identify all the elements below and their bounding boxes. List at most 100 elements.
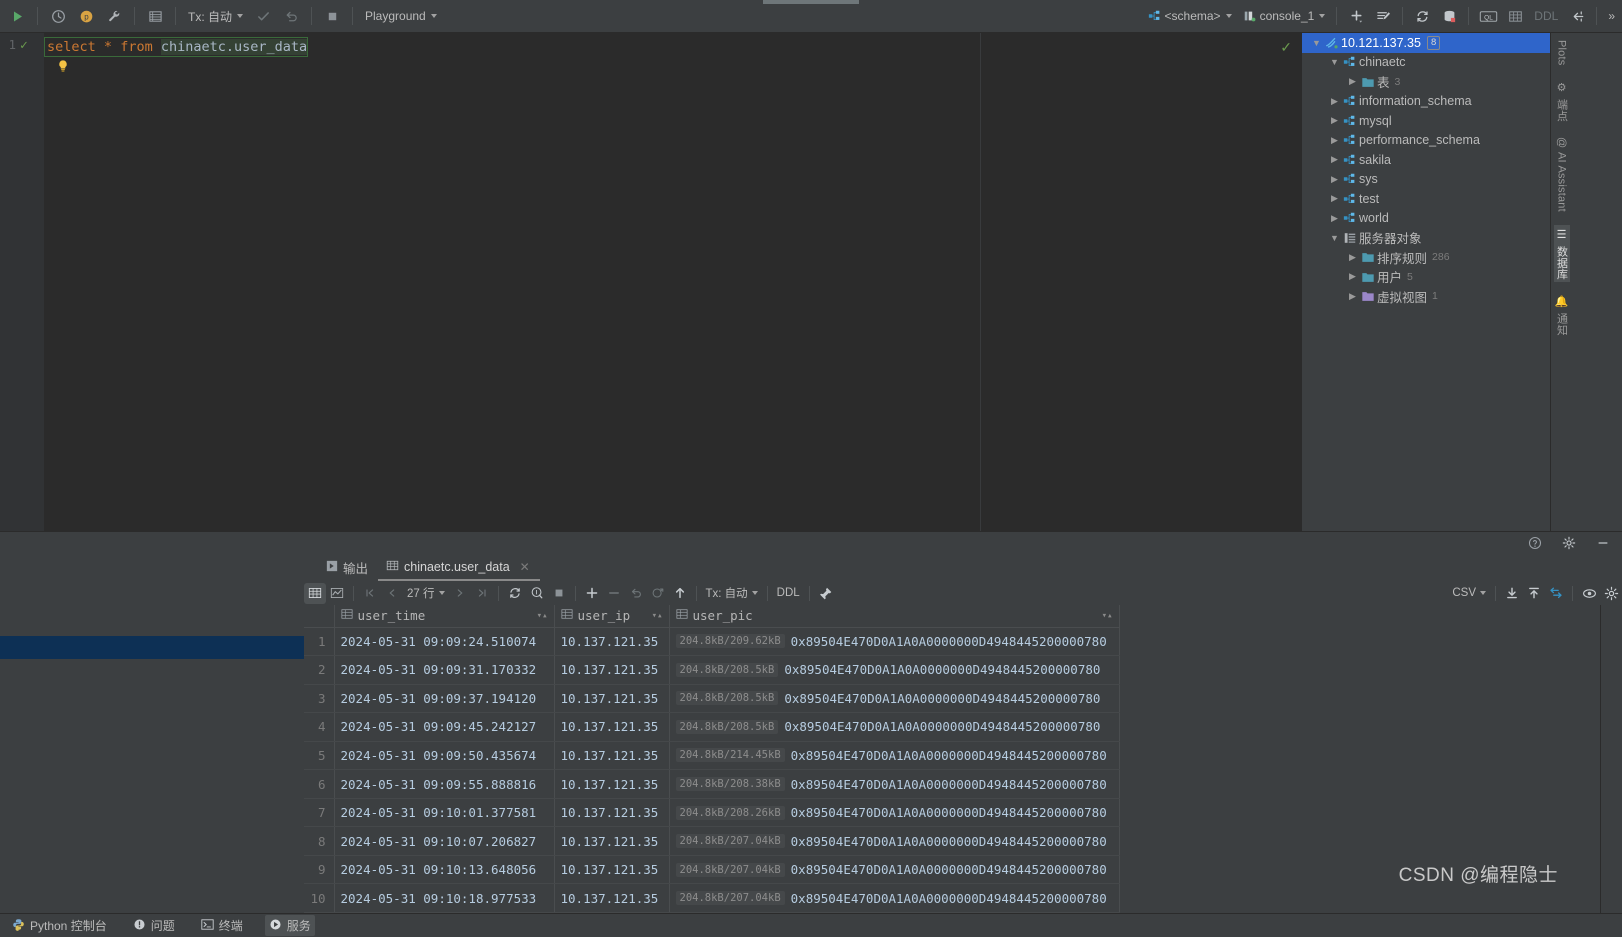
chart-view-icon[interactable] — [326, 583, 348, 604]
chevron-down-icon[interactable]: ▼ — [1328, 57, 1341, 67]
column-header-user-ip[interactable]: user_ip ▾▴ — [554, 605, 670, 628]
wrench-icon[interactable] — [101, 4, 127, 29]
close-icon[interactable]: ✕ — [520, 560, 530, 574]
tree-node-9[interactable]: ▼ 服务器对象 — [1302, 228, 1550, 248]
revert-selected-icon[interactable] — [647, 583, 669, 604]
table-row[interactable]: 9 2024-05-31 09:10:13.648056 10.137.121.35… — [304, 855, 1120, 885]
tree-node-3[interactable]: ▶ mysql — [1302, 111, 1550, 131]
reload-icon[interactable] — [504, 583, 526, 604]
rollback-icon[interactable] — [278, 4, 304, 29]
cell-user-ip[interactable]: 10.137.121.35 — [554, 655, 670, 685]
cell-user-pic[interactable]: 204.8kB/208.38kB 0x89504E470D0A1A0A000000… — [669, 769, 1120, 799]
profiler-icon[interactable]: p — [73, 4, 99, 29]
minimize-icon[interactable] — [1592, 533, 1614, 554]
refresh-icon[interactable] — [1409, 4, 1435, 29]
status-item-python-console[interactable]: Python 控制台 — [8, 915, 111, 936]
chevron-right-icon[interactable]: ▶ — [1346, 271, 1359, 282]
chevron-right-icon[interactable]: ▶ — [1328, 96, 1341, 107]
history-icon[interactable] — [45, 4, 71, 29]
cell-user-ip[interactable]: 10.137.121.35 — [554, 769, 670, 799]
first-page-icon[interactable] — [359, 583, 381, 604]
export-icon[interactable] — [1501, 583, 1523, 604]
revert-icon[interactable] — [625, 583, 647, 604]
import-icon[interactable] — [1523, 583, 1545, 604]
editor-code-area[interactable]: select * from chinaetc.user_data ✓ — [44, 33, 1302, 531]
sort-indicator-icon[interactable]: ▾▴ — [523, 611, 548, 621]
cell-user-pic[interactable]: 204.8kB/208.5kB 0x89504E470D0A1A0A0000000… — [669, 712, 1120, 742]
status-item-problems[interactable]: 问题 — [129, 915, 179, 936]
table-row[interactable]: 3 2024-05-31 09:09:37.194120 10.137.121.35… — [304, 684, 1120, 714]
table-row[interactable]: 7 2024-05-31 09:10:01.377581 10.137.121.35… — [304, 798, 1120, 828]
cell-user-time[interactable]: 2024-05-31 09:10:18.977533 — [334, 883, 555, 913]
table-row[interactable]: 10 2024-05-31 09:10:18.977533 10.137.121.3… — [304, 883, 1120, 913]
table-row[interactable]: 5 2024-05-31 09:09:50.435674 10.137.121.35… — [304, 741, 1120, 771]
cell-user-time[interactable]: 2024-05-31 09:09:50.435674 — [334, 741, 555, 771]
grid-transaction-selector[interactable]: Tx: 自动 — [702, 585, 762, 601]
tree-node-2[interactable]: ▶ information_schema — [1302, 92, 1550, 112]
cell-user-pic[interactable]: 204.8kB/208.5kB 0x89504E470D0A1A0A0000000… — [669, 655, 1120, 685]
toolbar-more-button[interactable]: » — [1603, 7, 1620, 25]
cell-user-time[interactable]: 2024-05-31 09:10:13.648056 — [334, 855, 555, 885]
commit-icon[interactable] — [250, 4, 276, 29]
database-icon[interactable] — [1436, 4, 1462, 29]
chevron-right-icon[interactable]: ▶ — [1346, 252, 1359, 263]
grid-view-icon[interactable] — [304, 582, 326, 604]
database-explorer[interactable]: ▼ 10.121.137.35 8 ▼ chinaetc ▶ 表 3 ▶ informati… — [1302, 33, 1550, 531]
add-icon[interactable] — [1343, 4, 1369, 29]
table-row[interactable]: 1 2024-05-31 09:09:24.510074 10.137.121.35… — [304, 627, 1120, 657]
cell-user-ip[interactable]: 10.137.121.35 — [554, 883, 670, 913]
cell-user-time[interactable]: 2024-05-31 09:09:45.242127 — [334, 712, 555, 742]
chevron-right-icon[interactable]: ▶ — [1346, 76, 1359, 87]
tree-node-11[interactable]: ▶ 用户 5 — [1302, 267, 1550, 287]
tree-node-0[interactable]: ▼ chinaetc — [1302, 53, 1550, 73]
cell-user-ip[interactable]: 10.137.121.35 — [554, 684, 670, 714]
status-item-services[interactable]: 服务 — [264, 915, 315, 936]
table-row[interactable]: 8 2024-05-31 09:10:07.206827 10.137.121.35… — [304, 826, 1120, 856]
transaction-mode-selector[interactable]: Tx: 自动 — [183, 6, 248, 27]
cell-user-pic[interactable]: 204.8kB/208.26kB 0x89504E470D0A1A0A000000… — [669, 798, 1120, 828]
sql-statement[interactable]: select * from chinaetc.user_data — [44, 37, 309, 57]
last-page-icon[interactable] — [471, 583, 493, 604]
result-grid[interactable]: user_time ▾▴ user_ip ▾▴ user_pic ▾▴ 1 20… — [304, 605, 1120, 913]
column-resize-handle[interactable]: ▾▴ — [1088, 611, 1113, 621]
next-page-icon[interactable] — [449, 583, 471, 604]
jump-to-console-icon[interactable] — [1564, 4, 1590, 29]
cell-user-time[interactable]: 2024-05-31 09:09:55.888816 — [334, 769, 555, 799]
cell-user-time[interactable]: 2024-05-31 09:09:24.510074 — [334, 627, 555, 657]
chevron-right-icon[interactable]: ▶ — [1328, 115, 1341, 126]
grid-icon[interactable] — [1502, 4, 1528, 29]
run-icon[interactable] — [4, 4, 30, 29]
chevron-right-icon[interactable]: ▶ — [1328, 174, 1341, 185]
tree-node-12[interactable]: ▶ 虚拟视图 1 — [1302, 287, 1550, 307]
stop-icon[interactable] — [548, 583, 570, 604]
cell-user-pic[interactable]: 204.8kB/207.04kB 0x89504E470D0A1A0A000000… — [669, 855, 1120, 885]
tree-node-7[interactable]: ▶ test — [1302, 189, 1550, 209]
prev-page-icon[interactable] — [381, 583, 403, 604]
editor-status-ok-icon[interactable]: ✓ — [1280, 39, 1292, 56]
export-format-selector[interactable]: CSV — [1448, 587, 1490, 599]
cell-user-pic[interactable]: 204.8kB/207.04kB 0x89504E470D0A1A0A000000… — [669, 826, 1120, 856]
cell-user-pic[interactable]: 204.8kB/214.45kB 0x89504E470D0A1A0A000000… — [669, 741, 1120, 771]
grid-ddl-button[interactable]: DDL — [773, 587, 804, 599]
tree-node-10[interactable]: ▶ 排序规则 286 — [1302, 248, 1550, 268]
row-count-selector[interactable]: 27 行 — [403, 585, 449, 601]
tree-node-5[interactable]: ▶ sakila — [1302, 150, 1550, 170]
cell-user-time[interactable]: 2024-05-31 09:10:01.377581 — [334, 798, 555, 828]
new-query-icon[interactable] — [1370, 4, 1396, 29]
tool-window-plots[interactable]: Plots — [1556, 37, 1568, 68]
cell-user-time[interactable]: 2024-05-31 09:10:07.206827 — [334, 826, 555, 856]
chevron-right-icon[interactable]: ▶ — [1328, 135, 1341, 146]
cell-user-ip[interactable]: 10.137.121.35 — [554, 627, 670, 657]
cell-user-time[interactable]: 2024-05-31 09:09:31.170332 — [334, 655, 555, 685]
view-options-icon[interactable] — [1578, 583, 1600, 604]
tree-node-4[interactable]: ▶ performance_schema — [1302, 131, 1550, 151]
chevron-down-icon[interactable]: ▼ — [1310, 38, 1323, 48]
tool-window-ai-assistant[interactable]: @ AI Assistant — [1556, 134, 1568, 215]
ddl-button[interactable]: DDL — [1529, 7, 1563, 25]
chevron-right-icon[interactable]: ▶ — [1346, 291, 1359, 302]
tree-node-1[interactable]: ▶ 表 3 — [1302, 72, 1550, 92]
chevron-right-icon[interactable]: ▶ — [1328, 154, 1341, 165]
status-item-terminal[interactable]: 终端 — [197, 915, 247, 936]
window-drag-handle[interactable] — [763, 0, 859, 4]
table-row[interactable]: 2 2024-05-31 09:09:31.170332 10.137.121.35… — [304, 655, 1120, 685]
